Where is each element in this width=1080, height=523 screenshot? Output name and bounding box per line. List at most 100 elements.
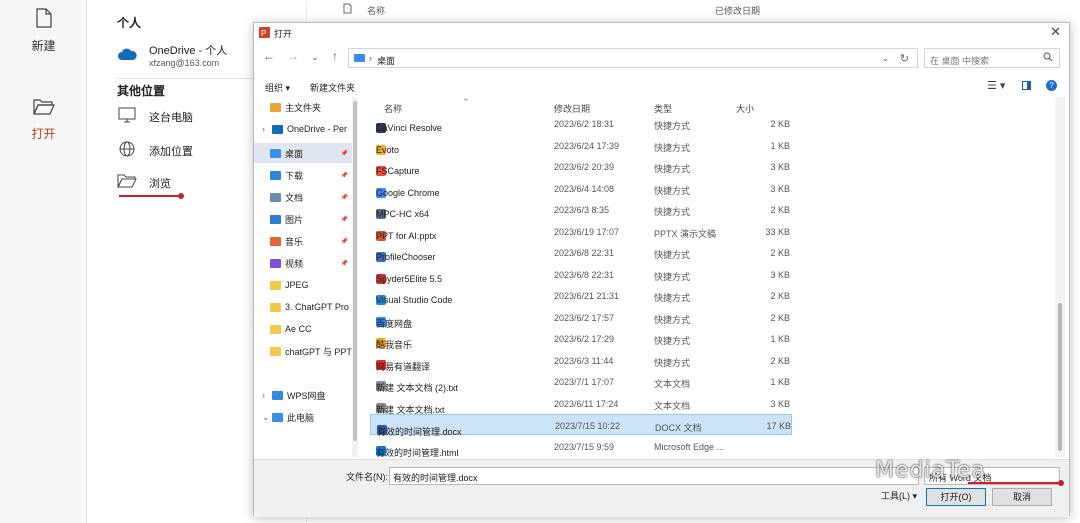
onedrive-place[interactable]: OneDrive - 个人 xfzang@163.com (117, 42, 227, 68)
file-size: 2 KB (770, 119, 790, 129)
tree-item[interactable]: 音乐 📌 (254, 231, 352, 251)
file-row[interactable]: 网易有道翻译 2023/6/3 11:44 快捷方式 2 KB (370, 350, 792, 372)
address-bar[interactable]: › 桌面 ⌄ ↻ (348, 48, 918, 68)
file-row[interactable]: 百度网盘 2023/6/2 17:57 快捷方式 2 KB (370, 307, 792, 329)
tree-item[interactable]: 文档 📌 (254, 187, 352, 207)
expand-chevron-icon[interactable]: › (262, 124, 268, 134)
tree-item[interactable]: JPEG (254, 275, 352, 295)
search-icon (1043, 52, 1053, 64)
cancel-button[interactable]: 取消 (992, 488, 1052, 506)
annotation-underline (119, 195, 179, 197)
picture-icon (270, 214, 281, 224)
file-row[interactable]: Visual Studio Code 2023/6/21 21:31 快捷方式 2 K… (370, 285, 792, 306)
onedrive-name: OneDrive - 个人 (149, 45, 228, 57)
bg-col-modified: 已修改日期 (715, 6, 761, 16)
tree-item[interactable]: 桌面 📌 (254, 143, 352, 163)
tree-item[interactable]: 下载 📌 (254, 165, 352, 185)
tree-scrollbar-thumb[interactable] (353, 101, 357, 441)
up-arrow-icon[interactable]: ↑ (328, 49, 342, 63)
dialog-titlebar: P 打开 ✕ (254, 23, 1069, 41)
file-row[interactable]: 新建 文本文档 (2).txt 2023/7/1 17:07 文本文档 1 KB (370, 371, 792, 393)
file-type: 快捷方式 (654, 336, 691, 346)
browse-place[interactable]: 浏览 (117, 173, 171, 192)
file-type: 快捷方式 (654, 314, 691, 325)
view-options-icon[interactable]: ☰ ▾ (987, 79, 1005, 92)
organize-button[interactable]: 组织 ▾ (265, 81, 290, 94)
folder-icon (270, 280, 281, 290)
tree-item[interactable]: 3. ChatGPT Pro (254, 297, 352, 317)
file-row[interactable]: 有效的时间管理.docx 2023/7/15 10:22 DOCX 文档 17 KB (370, 414, 792, 437)
file-type: 快捷方式 (654, 250, 691, 260)
tree-item[interactable]: 视频 📌 (254, 253, 352, 273)
file-row[interactable]: 有效的时间管理.html 2023/7/15 9:59 Microsoft Edge… (370, 436, 792, 457)
open-file-dialog: P 打开 ✕ ← → ⌄ ↑ › 桌面 ⌄ ↻ 在 桌面 中搜索 组织 ▾ 新建… (253, 22, 1070, 517)
file-row[interactable]: 新建 文本文档.txt 2023/6/11 17:24 文本文档 3 KB (370, 393, 792, 415)
search-input[interactable]: 在 桌面 中搜索 (930, 54, 989, 67)
tree-item[interactable]: chatGPT 与 PPT (254, 341, 352, 361)
page-icon (343, 3, 352, 16)
pin-icon: 📌 (340, 194, 348, 201)
address-dropdown-icon[interactable]: ⌄ (881, 53, 889, 64)
file-date: 2023/6/19 17:07 (554, 226, 620, 237)
file-row[interactable]: ProfileChooser 2023/6/8 22:31 快捷方式 2 KB (370, 242, 792, 263)
home-icon (270, 102, 281, 112)
filename-field[interactable]: 有效的时间管理.docx (389, 467, 919, 485)
expand-chevron-icon[interactable]: › (262, 390, 268, 400)
new-button[interactable]: 新建 (0, 8, 87, 54)
file-size: 2 KB (770, 355, 790, 366)
this-pc-place[interactable]: 这台电脑 (117, 106, 193, 127)
video-icon (270, 258, 281, 268)
file-size: 3 KB (770, 162, 790, 172)
add-place[interactable]: 添加位置 (117, 140, 193, 161)
file-row[interactable]: PPT for AI.pptx 2023/6/19 17:07 PPTX 演示文稿 3… (370, 221, 792, 242)
help-icon[interactable]: ? (1046, 80, 1057, 91)
file-row[interactable]: Spyder5Elite 5.5 2023/6/8 22:31 快捷方式 3 KB (370, 264, 792, 285)
tree-item-label: 此电脑 (287, 412, 315, 423)
file-name: ProfileChooser (376, 252, 436, 262)
file-name: MPC-HC x64 (376, 209, 430, 219)
pin-icon: 📌 (340, 260, 348, 267)
tree-item[interactable]: Ae CC (254, 319, 352, 339)
forward-arrow-icon[interactable]: → (286, 49, 300, 63)
tree-item[interactable]: ⌄ 此电脑 (254, 407, 352, 427)
back-arrow-icon[interactable]: ← (262, 49, 276, 63)
expand-chevron-icon[interactable]: ⌄ (262, 412, 270, 423)
file-row[interactable]: FSCapture 2023/6/2 20:39 快捷方式 3 KB (370, 156, 792, 177)
file-row[interactable]: 酷我音乐 2023/6/2 17:29 快捷方式 1 KB (370, 328, 792, 350)
open-nav-button[interactable]: 打开 (0, 98, 87, 142)
tools-button[interactable]: 工具(L) ▾ (876, 488, 922, 506)
close-icon[interactable]: ✕ (1050, 24, 1061, 40)
file-size: 2 KB (770, 205, 790, 215)
recent-chevron-icon[interactable]: ⌄ (308, 52, 322, 63)
preview-pane-icon[interactable] (1022, 81, 1031, 90)
scrollbar-thumb[interactable] (1058, 303, 1062, 451)
file-row[interactable]: Evoto 2023/6/24 17:39 快捷方式 1 KB (370, 135, 792, 156)
file-name: FSCapture (376, 166, 420, 176)
annotation-dot (178, 193, 184, 199)
file-row[interactable]: MPC-HC x64 2023/6/3 8:35 快捷方式 2 KB (370, 199, 792, 220)
file-size: 1 KB (770, 377, 790, 387)
file-row[interactable]: Google Chrome 2023/6/4 14:08 快捷方式 3 KB (370, 178, 792, 199)
refresh-icon[interactable]: ↻ (900, 52, 909, 65)
cloud-drive-icon (272, 390, 283, 400)
file-type: 快捷方式 (654, 185, 691, 196)
navigation-tree: 主文件夹 › OneDrive - Per 桌面 📌 下载 📌 文档 📌 图片 📌 音乐 📌 视频 📌 JPE… (254, 97, 358, 457)
search-box[interactable]: 在 桌面 中搜索 (924, 48, 1060, 68)
tree-item[interactable]: 图片 📌 (254, 209, 352, 229)
tree-item[interactable]: › WPS网盘 (254, 385, 352, 405)
file-list-scrollbar[interactable] (1055, 97, 1065, 457)
file-type: 快捷方式 (654, 207, 691, 217)
new-folder-button[interactable]: 新建文件夹 (310, 81, 355, 94)
file-date: 2023/6/3 8:35 (554, 205, 610, 215)
tree-scrollbar[interactable] (352, 97, 358, 457)
file-type: 快捷方式 (654, 164, 691, 174)
tree-item[interactable]: 主文件夹 (254, 97, 352, 117)
file-date: 2023/6/8 22:31 (554, 269, 615, 280)
file-date: 2023/6/21 21:31 (554, 291, 620, 301)
sort-chevron-icon: ⌃ (462, 97, 470, 107)
breadcrumb[interactable]: 桌面 (377, 54, 395, 67)
open-button[interactable]: 打开(O) (926, 488, 986, 506)
tree-item[interactable]: › OneDrive - Per (254, 119, 352, 139)
file-row[interactable]: DaVinci Resolve 2023/6/2 18:31 快捷方式 2 KB (370, 113, 792, 134)
file-size: 3 KB (770, 398, 790, 409)
